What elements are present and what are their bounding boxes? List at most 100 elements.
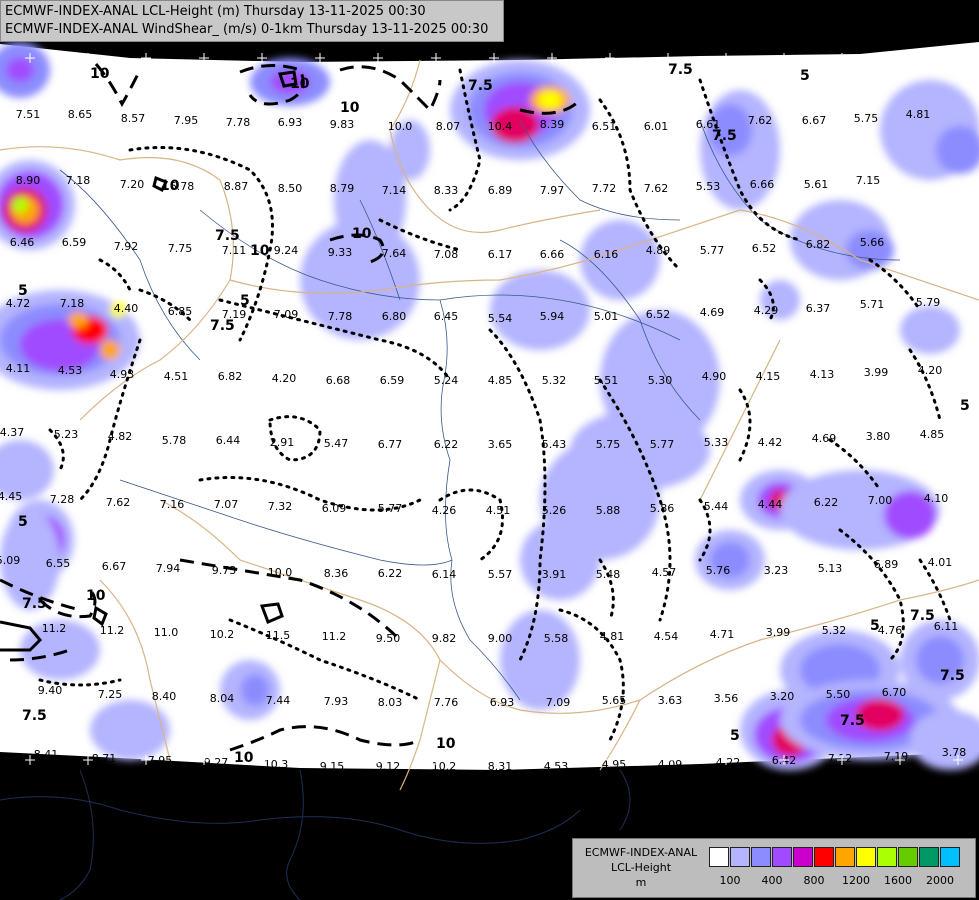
- windshear-value: 9.15: [320, 760, 345, 773]
- map-header: ECMWF-INDEX-ANAL LCL-Height (m) Thursday…: [0, 0, 504, 42]
- windshear-value: 6.61: [696, 118, 721, 131]
- windshear-value: 4.40: [114, 302, 139, 315]
- windshear-value: 6.68: [326, 374, 351, 387]
- windshear-value: 8.04: [210, 692, 235, 705]
- contour-label: 10: [234, 750, 254, 766]
- windshear-value: 4.57: [652, 566, 677, 579]
- windshear-value: 5.88: [596, 504, 621, 517]
- windshear-value: 4.29: [754, 304, 779, 317]
- legend-swatch: [919, 847, 939, 867]
- windshear-value: 4.53: [544, 760, 569, 773]
- windshear-value: 8.79: [330, 182, 355, 195]
- windshear-value: 9.73: [212, 564, 237, 577]
- lcl-shading-blob: [90, 700, 170, 760]
- contour-label: 7.5: [910, 608, 935, 624]
- legend-unit: m: [635, 876, 647, 889]
- windshear-value: 8.65: [68, 108, 93, 121]
- windshear-value: 5.01: [594, 310, 619, 323]
- legend-model: ECMWF-INDEX-ANAL: [584, 846, 698, 859]
- windshear-value: 6.77: [378, 438, 403, 451]
- windshear-value: 7.25: [98, 688, 123, 701]
- windshear-value: 4.85: [488, 374, 513, 387]
- windshear-value: 10.4: [488, 120, 513, 133]
- windshear-value: 5.77: [650, 438, 675, 451]
- windshear-value: 7.09: [274, 308, 299, 321]
- legend-tick-label: 800: [803, 874, 825, 887]
- windshear-value: 9.27: [204, 756, 229, 769]
- windshear-value: 11.2: [100, 624, 125, 637]
- windshear-value: 4.45: [0, 490, 22, 503]
- legend-swatch: [730, 847, 750, 867]
- windshear-value: 9.40: [38, 684, 63, 697]
- windshear-value: 10.0: [388, 120, 413, 133]
- windshear-value: 8.07: [436, 120, 461, 133]
- legend-swatch: [793, 847, 813, 867]
- windshear-value: 10.3: [264, 758, 289, 771]
- windshear-value: 8.31: [488, 760, 513, 773]
- windshear-value: 6.46: [10, 236, 35, 249]
- header-line-windshear: ECMWF-INDEX-ANAL WindShear_ (m/s) 0-1km …: [5, 22, 489, 37]
- windshear-value: 6.78: [170, 180, 195, 193]
- windshear-value: 4.26: [432, 504, 457, 517]
- windshear-value: 6.52: [752, 242, 777, 255]
- windshear-value: 3.99: [864, 366, 889, 379]
- windshear-value: 6.82: [218, 370, 243, 383]
- windshear-value: 5.57: [488, 568, 513, 581]
- windshear-value: 4.51: [486, 504, 511, 517]
- windshear-value: 5.76: [706, 564, 731, 577]
- windshear-value: 11.2: [42, 622, 67, 635]
- legend-tick-label: 1600: [884, 874, 912, 887]
- windshear-value: 6.44: [216, 434, 241, 447]
- contour-label: 7.5: [840, 713, 865, 729]
- windshear-value: 6.80: [382, 310, 407, 323]
- contour-label: 10: [290, 76, 310, 92]
- windshear-value: 5.26: [542, 504, 567, 517]
- windshear-value: 9.82: [432, 632, 457, 645]
- windshear-value: 6.55: [46, 557, 71, 570]
- weather-map: 10 10 7.5 7.5 10 7.5 10 7.5 5 10 7.5 5 5 7.5 10 10 5 7.5 7…: [0, 0, 979, 900]
- windshear-value: 7.97: [540, 184, 565, 197]
- windshear-value: 4.85: [920, 428, 945, 441]
- legend-tick-label: 400: [761, 874, 783, 887]
- legend-swatch: [940, 847, 960, 867]
- windshear-value: 5.61: [804, 178, 829, 191]
- color-legend: ECMWF-INDEX-ANAL LCL-Height m 100 400 800 1…: [572, 838, 976, 898]
- windshear-value: 7.19: [222, 308, 247, 321]
- windshear-value: 4.20: [918, 364, 943, 377]
- windshear-value: 10.0: [268, 566, 293, 579]
- windshear-value: 6.70: [882, 686, 907, 699]
- windshear-value: 4.90: [702, 370, 727, 383]
- contour-label: 5: [240, 293, 250, 309]
- legend-swatch: [856, 847, 876, 867]
- windshear-value: 6.82: [806, 238, 831, 251]
- contour-label: 10: [352, 226, 372, 242]
- lcl-shading-blob: [12, 197, 28, 213]
- windshear-value: 3.78: [942, 746, 967, 759]
- windshear-value: 4.72: [6, 297, 31, 310]
- windshear-value: 9.33: [328, 246, 353, 259]
- windshear-value: 9.00: [488, 632, 513, 645]
- windshear-value: 7.72: [592, 182, 617, 195]
- windshear-value: 8.03: [378, 696, 403, 709]
- contour-label: 10: [340, 100, 360, 116]
- legend-param: LCL-Height: [610, 861, 672, 874]
- legend-title: ECMWF-INDEX-ANAL LCL-Height m: [577, 845, 705, 890]
- windshear-value: 6.37: [806, 302, 831, 315]
- windshear-value: 3.99: [766, 626, 791, 639]
- windshear-value: 4.01: [928, 556, 953, 569]
- windshear-value: 7.09: [546, 696, 571, 709]
- windshear-value: 5.53: [696, 180, 721, 193]
- lcl-shading-blob: [900, 306, 960, 354]
- windshear-value: 7.78: [226, 116, 251, 129]
- windshear-value: 7.18: [60, 297, 85, 310]
- legend-swatch: [709, 847, 729, 867]
- windshear-value: 9.83: [330, 118, 355, 131]
- windshear-value: 4.81: [906, 108, 931, 121]
- windshear-value: 7.95: [174, 114, 199, 127]
- windshear-value: 8.90: [16, 174, 41, 187]
- windshear-value: 11.2: [322, 630, 347, 643]
- windshear-value: 7.18: [66, 174, 91, 187]
- lcl-shading-blob: [538, 91, 562, 109]
- windshear-value: 5.48: [596, 568, 621, 581]
- legend-swatch: [835, 847, 855, 867]
